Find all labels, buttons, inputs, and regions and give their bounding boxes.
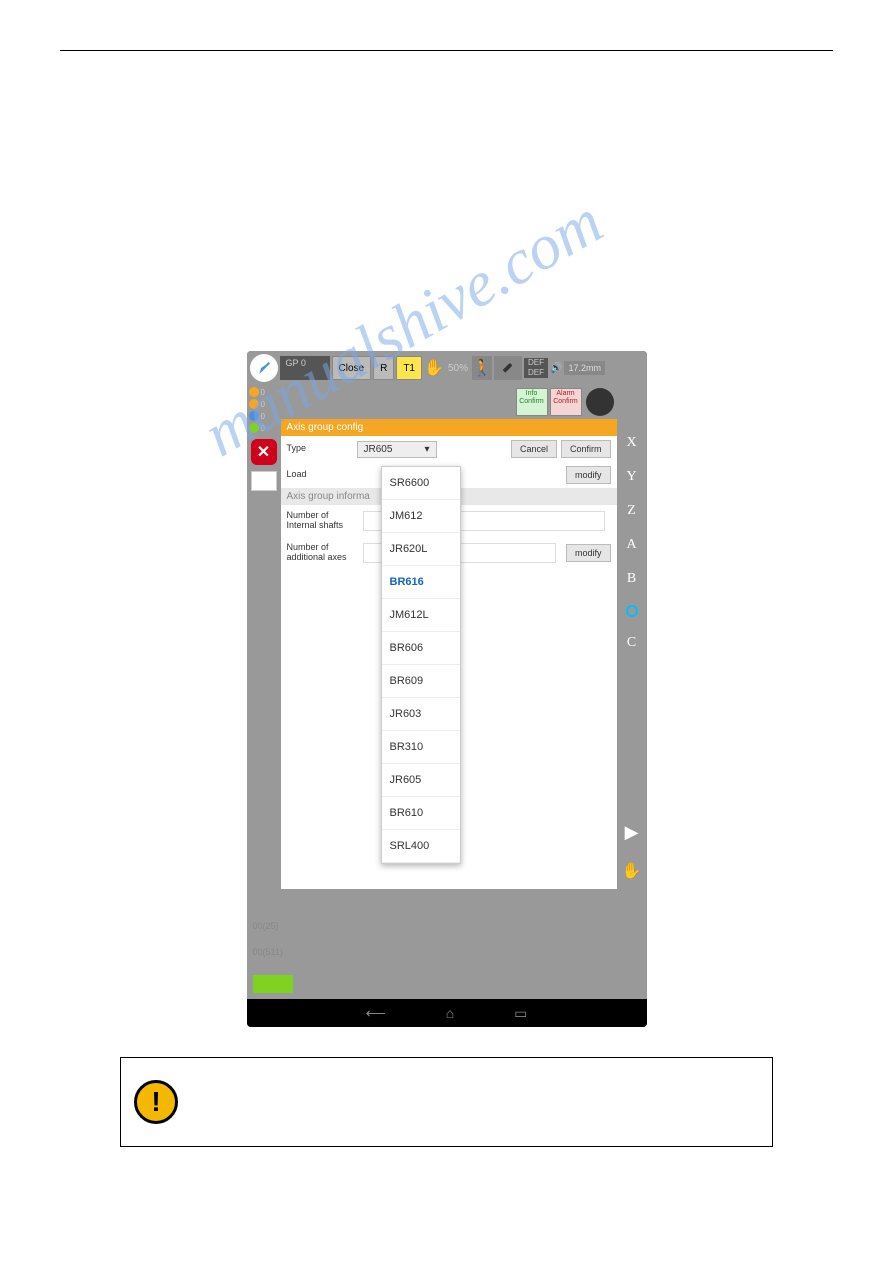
cancel-button[interactable]: Cancel [511, 440, 557, 458]
additional-axes-label: Number of additional axes [287, 543, 357, 563]
dropdown-item[interactable]: JM612L [382, 599, 460, 632]
def-label-1: DEF [524, 358, 548, 368]
caution-text-area [191, 1058, 772, 1146]
t1-button[interactable]: T1 [396, 356, 422, 380]
info-confirm-button[interactable]: Info Confirm [516, 388, 548, 416]
status-dot-orange [249, 387, 259, 397]
confirm-button[interactable]: Confirm [561, 440, 611, 458]
dimension-label: 17.2mm [564, 361, 605, 375]
dropdown-item[interactable]: BR310 [382, 731, 460, 764]
nav-home-icon[interactable]: ⌂ [446, 1005, 454, 1021]
status-dot-blue [249, 411, 259, 421]
internal-shafts-label: Number of Internal shafts [287, 511, 357, 531]
robot-icon[interactable] [250, 354, 278, 382]
main-content: Info Confirm Alarm Confirm Axis group co… [281, 385, 617, 889]
modify-load-button[interactable]: modify [566, 466, 611, 484]
dropdown-item[interactable]: BR616 [382, 566, 460, 599]
hand-icon[interactable]: ✋ [424, 356, 444, 380]
type-select[interactable]: JR605 ▾ [357, 441, 437, 458]
axis-a[interactable]: A [626, 537, 636, 553]
status-column: 0 0 0 0 ✕ [247, 385, 281, 889]
bottom-text-1: 00(25) [253, 921, 279, 931]
ring-indicator [626, 605, 638, 617]
caution-box: ! [120, 1057, 773, 1147]
dropdown-item[interactable]: JR603 [382, 698, 460, 731]
dropdown-item[interactable]: BR610 [382, 797, 460, 830]
green-status-block [253, 975, 293, 993]
bottom-text-2: 00(511) [253, 947, 283, 957]
status-dot-green [249, 423, 259, 433]
top-rule [60, 50, 833, 51]
dropdown-item[interactable]: JM612 [382, 500, 460, 533]
device-screenshot: GP 0 Close R T1 ✋ 50% 🚶 DEF DEF 🔊 17.2mm [247, 351, 647, 1027]
r-button[interactable]: R [373, 356, 394, 380]
speed-percent: 50% [446, 363, 470, 374]
alarm-confirm-button[interactable]: Alarm Confirm [550, 388, 582, 416]
modify-axes-button[interactable]: modify [566, 544, 611, 562]
axis-b[interactable]: B [627, 571, 636, 587]
top-toolbar: GP 0 Close R T1 ✋ 50% 🚶 DEF DEF 🔊 17.2mm [247, 351, 647, 385]
clock-icon[interactable] [251, 471, 277, 491]
dropdown-item[interactable]: BR606 [382, 632, 460, 665]
close-button[interactable]: Close [332, 356, 372, 380]
nav-recent-icon[interactable]: ▭ [514, 1005, 527, 1022]
close-x-button[interactable]: ✕ [251, 439, 277, 465]
axis-z[interactable]: Z [627, 503, 636, 519]
axis-rail: X Y Z A B C ▶ ✋ [617, 385, 647, 889]
section-title-bar: Axis group config [281, 419, 617, 436]
gp-indicator: GP 0 [280, 356, 330, 380]
dropdown-item[interactable]: JR620L [382, 533, 460, 566]
wrench-icon[interactable] [494, 356, 522, 380]
axis-x[interactable]: X [626, 435, 636, 451]
dropdown-item[interactable]: SRL400 [382, 830, 460, 863]
globe-icon[interactable] [586, 388, 614, 416]
caution-icon: ! [134, 1080, 178, 1124]
dropdown-item[interactable]: SR6600 [382, 467, 460, 500]
def-label-2: DEF [524, 368, 548, 378]
bottom-grey-area: 00(25) 00(511) [247, 889, 647, 969]
figure-wrapper: manualshive.com GP 0 Close R T1 ✋ 50% 🚶 … [60, 351, 833, 1027]
type-value: JR605 [364, 444, 393, 455]
play-icon[interactable]: ▶ [625, 822, 639, 843]
load-label: Load [287, 470, 357, 480]
dropdown-item[interactable]: BR609 [382, 665, 460, 698]
type-label: Type [287, 444, 357, 454]
walk-icon[interactable]: 🚶 [472, 356, 492, 380]
status-dot-orange-2 [249, 399, 259, 409]
nav-back-icon[interactable]: ⟵ [366, 1005, 386, 1022]
axis-y[interactable]: Y [626, 469, 636, 485]
hand-icon-2[interactable]: ✋ [622, 861, 642, 881]
android-nav-bar: ⟵ ⌂ ▭ [247, 999, 647, 1027]
dropdown-item[interactable]: JR605 [382, 764, 460, 797]
sound-icon: 🔊 [550, 363, 562, 374]
axis-c[interactable]: C [627, 635, 636, 651]
chevron-down-icon: ▾ [424, 444, 429, 455]
type-dropdown-list: SR6600 JM612 JR620L BR616 JM612L BR606 B… [381, 466, 461, 864]
